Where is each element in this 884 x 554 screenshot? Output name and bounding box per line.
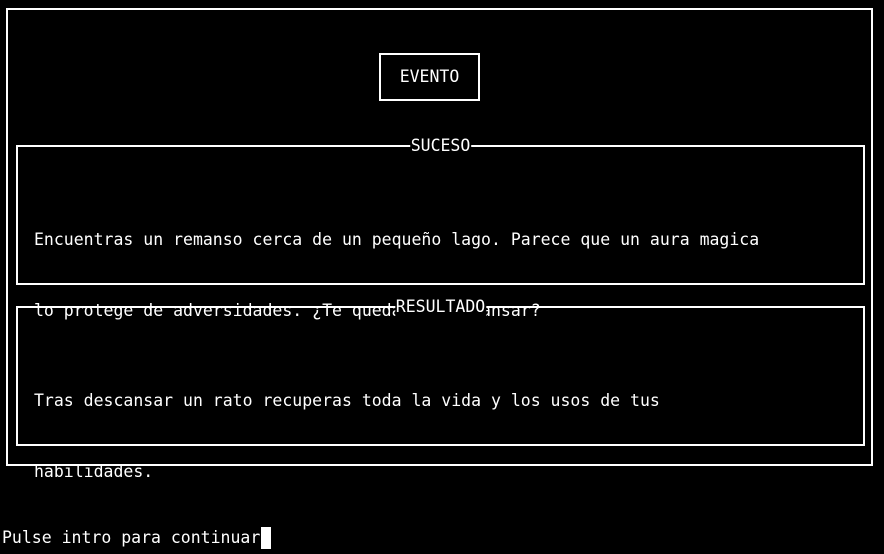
resultado-panel: RESULTADO Tras descansar un rato recuper… xyxy=(16,297,865,481)
resultado-line: Tras descansar un rato recuperas toda la… xyxy=(34,391,660,410)
suceso-panel: SUCESO Encuentras un remanso cerca de un… xyxy=(16,136,865,320)
text-cursor xyxy=(261,527,272,549)
suceso-label: SUCESO xyxy=(409,136,472,156)
resultado-line: habilidades. xyxy=(34,461,154,481)
resultado-label: RESULTADO xyxy=(394,297,487,317)
continue-prompt[interactable]: Pulse intro para continuar xyxy=(2,527,272,549)
continue-prompt-text: Pulse intro para continuar xyxy=(2,528,261,547)
event-title: EVENTO xyxy=(399,66,460,86)
suceso-line: Encuentras un remanso cerca de un pequeñ… xyxy=(34,230,760,249)
resultado-text: Tras descansar un rato recuperas toda la… xyxy=(34,342,844,530)
event-title-box: EVENTO xyxy=(379,53,480,101)
